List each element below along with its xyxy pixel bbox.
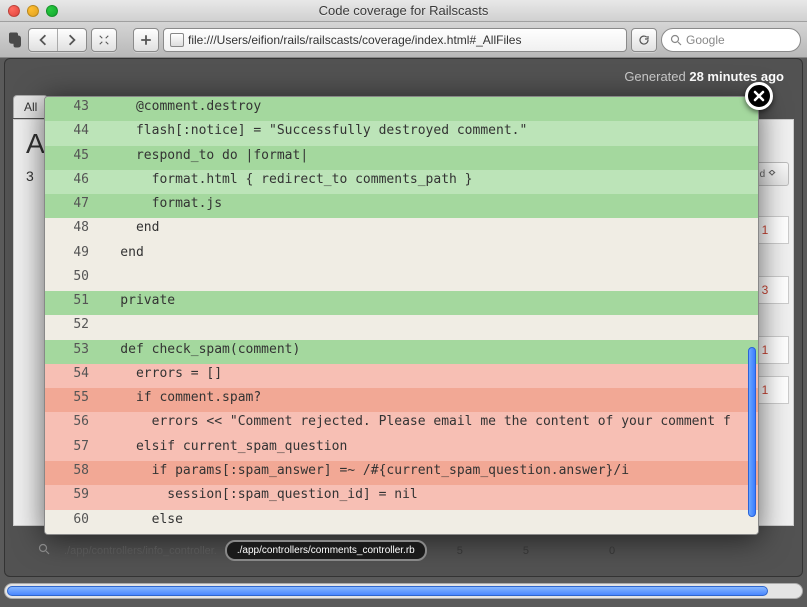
code-text: session[:spam_question_id] = nil — [89, 485, 758, 509]
code-text: def check_spam(comment) — [89, 340, 758, 364]
search-placeholder: Google — [686, 33, 725, 47]
line-number: 45 — [45, 146, 89, 170]
code-line: 50 — [45, 267, 758, 291]
line-number: 48 — [45, 218, 89, 242]
breadcrumb-col3: 0 — [559, 542, 645, 560]
modal-scrollbar[interactable] — [746, 101, 756, 530]
modal-scrollbar-thumb[interactable] — [748, 347, 756, 517]
code-text: elsif current_spam_question — [89, 437, 758, 461]
code-text — [89, 267, 758, 291]
line-number: 46 — [45, 170, 89, 194]
expose-button[interactable] — [91, 28, 117, 52]
search-box[interactable]: Google — [661, 28, 801, 52]
code-text: else — [89, 510, 758, 534]
code-line: 46 format.html { redirect_to comments_pa… — [45, 170, 758, 194]
close-window-button[interactable] — [8, 5, 20, 17]
code-line: 48 end — [45, 218, 758, 242]
code-line: 45 respond_to do |format| — [45, 146, 758, 170]
file-breadcrumb: ./app/controllers/info_controller. ./app… — [38, 540, 645, 561]
line-number: 52 — [45, 315, 89, 339]
url-text: file:///Users/eifion/rails/railscasts/co… — [188, 33, 521, 47]
code-text: end — [89, 243, 758, 267]
minimize-window-button[interactable] — [27, 5, 39, 17]
breadcrumb-prev[interactable]: ./app/controllers/info_controller. — [56, 542, 225, 560]
code-line: 49 end — [45, 243, 758, 267]
search-icon — [670, 34, 682, 46]
breadcrumb-current[interactable]: ./app/controllers/comments_controller.rb — [225, 540, 427, 561]
line-number: 54 — [45, 364, 89, 388]
zoom-window-button[interactable] — [46, 5, 58, 17]
code-line: 44 flash[:notice] = "Successfully destro… — [45, 121, 758, 145]
code-line: 55 if comment.spam? — [45, 388, 758, 412]
traffic-lights — [8, 5, 58, 17]
code-scroll-area[interactable]: 43 @comment.destroy44 flash[:notice] = "… — [45, 97, 758, 534]
url-bar[interactable]: file:///Users/eifion/rails/railscasts/co… — [163, 28, 627, 52]
line-number: 53 — [45, 340, 89, 364]
code-text: if params[:spam_answer] =~ /#{current_sp… — [89, 461, 758, 485]
code-line: 53 def check_spam(comment) — [45, 340, 758, 364]
code-line: 56 errors << "Comment rejected. Please e… — [45, 412, 758, 436]
line-number: 56 — [45, 412, 89, 436]
code-line: 54 errors = [] — [45, 364, 758, 388]
code-line: 57 elsif current_spam_question — [45, 437, 758, 461]
code-text: errors << "Comment rejected. Please emai… — [89, 412, 758, 436]
window-scrollbar-thumb[interactable] — [7, 586, 768, 596]
browser-toolbar: file:///Users/eifion/rails/railscasts/co… — [0, 22, 807, 58]
code-line: 43 @comment.destroy — [45, 97, 758, 121]
file-icon — [170, 33, 184, 47]
line-number: 44 — [45, 121, 89, 145]
source-modal: 43 @comment.destroy44 flash[:notice] = "… — [44, 96, 759, 535]
code-line: 47 format.js — [45, 194, 758, 218]
code-text: private — [89, 291, 758, 315]
line-number: 51 — [45, 291, 89, 315]
window-title: Code coverage for Railscasts — [319, 3, 489, 18]
line-number: 60 — [45, 510, 89, 534]
reload-button[interactable] — [631, 28, 657, 52]
breadcrumb-col2: 5 — [493, 542, 559, 560]
line-number: 43 — [45, 97, 89, 121]
line-number: 59 — [45, 485, 89, 509]
line-number: 47 — [45, 194, 89, 218]
evernote-icon[interactable] — [6, 31, 24, 49]
code-text — [89, 315, 758, 339]
code-line: 60 else — [45, 510, 758, 534]
add-tab-button[interactable] — [133, 28, 159, 52]
breadcrumb-search-icon[interactable] — [38, 543, 50, 558]
back-button[interactable] — [29, 29, 58, 51]
code-text: format.html { redirect_to comments_path … — [89, 170, 758, 194]
bg-heading: A — [26, 128, 45, 160]
code-text: end — [89, 218, 758, 242]
line-number: 57 — [45, 437, 89, 461]
code-text: @comment.destroy — [89, 97, 758, 121]
line-number: 49 — [45, 243, 89, 267]
line-number: 50 — [45, 267, 89, 291]
code-text: respond_to do |format| — [89, 146, 758, 170]
window-titlebar: Code coverage for Railscasts — [0, 0, 807, 22]
code-line: 52 — [45, 315, 758, 339]
nav-buttons — [28, 28, 87, 52]
code-line: 59 session[:spam_question_id] = nil — [45, 485, 758, 509]
modal-close-button[interactable] — [745, 82, 773, 110]
code-table: 43 @comment.destroy44 flash[:notice] = "… — [45, 97, 758, 534]
code-text: format.js — [89, 194, 758, 218]
breadcrumb-col1: 5 — [427, 542, 493, 560]
bg-count: 3 — [26, 168, 34, 184]
code-line: 58 if params[:spam_answer] =~ /#{current… — [45, 461, 758, 485]
code-text: errors = [] — [89, 364, 758, 388]
code-text: if comment.spam? — [89, 388, 758, 412]
forward-button[interactable] — [58, 29, 86, 51]
line-number: 58 — [45, 461, 89, 485]
code-line: 51 private — [45, 291, 758, 315]
line-number: 55 — [45, 388, 89, 412]
window-horizontal-scrollbar[interactable] — [4, 583, 803, 599]
code-text: flash[:notice] = "Successfully destroyed… — [89, 121, 758, 145]
